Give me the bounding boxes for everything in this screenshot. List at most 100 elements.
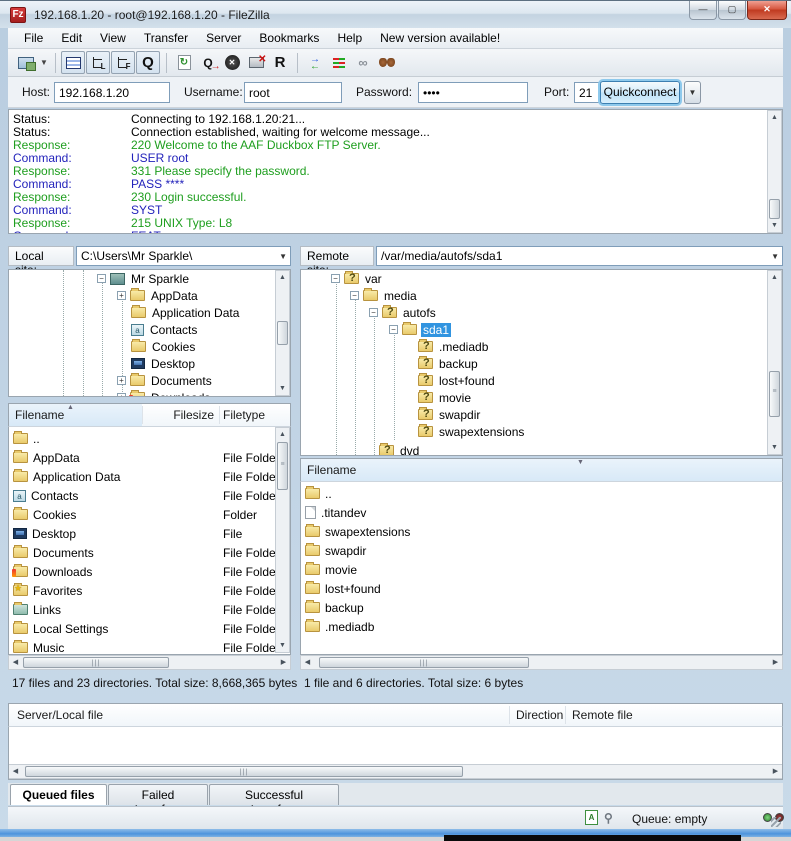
refresh-button[interactable]: ↻ bbox=[172, 51, 196, 74]
scroll-left-icon[interactable]: ◀ bbox=[9, 765, 22, 778]
maximize-button[interactable]: ▢ bbox=[718, 1, 746, 20]
collapse-icon[interactable]: − bbox=[331, 274, 340, 283]
column-filename[interactable]: Filename bbox=[15, 408, 64, 422]
menu-view[interactable]: View bbox=[92, 29, 134, 47]
scroll-up-icon[interactable]: ▲ bbox=[768, 111, 781, 124]
host-input[interactable] bbox=[54, 82, 170, 103]
tree-item-media[interactable]: − media bbox=[350, 287, 419, 304]
collapse-icon[interactable]: − bbox=[350, 291, 359, 300]
expand-icon[interactable]: + bbox=[117, 393, 126, 397]
collapse-icon[interactable]: − bbox=[369, 308, 378, 317]
tree-item-mediadb[interactable]: .mediadb bbox=[418, 338, 490, 355]
cancel-operation-button[interactable]: ✕ bbox=[220, 51, 244, 74]
scroll-right-icon[interactable]: ▶ bbox=[769, 656, 782, 669]
local-hscrollbar[interactable]: ◀ ▶ ||| bbox=[8, 655, 291, 670]
file-row[interactable]: Application DataFile Folder bbox=[9, 467, 290, 486]
close-button[interactable]: ✕ bbox=[747, 1, 787, 20]
file-row[interactable]: movie bbox=[301, 560, 782, 579]
collapse-icon[interactable]: − bbox=[97, 274, 106, 283]
transfer-queue-pane[interactable]: Server/Local file Direction Remote file … bbox=[8, 703, 783, 780]
title-bar[interactable]: Fz 192.168.1.20 - root@192.168.1.20 - Fi… bbox=[0, 0, 791, 28]
scroll-down-icon[interactable]: ▼ bbox=[768, 219, 781, 232]
toggle-message-log-button[interactable] bbox=[61, 51, 85, 74]
column-filesize[interactable]: Filesize bbox=[169, 408, 214, 422]
file-row[interactable]: AppDataFile Folder bbox=[9, 448, 290, 467]
tab-failed-transfers[interactable]: Failed transfers bbox=[108, 784, 208, 805]
scroll-down-icon[interactable]: ▼ bbox=[276, 382, 289, 395]
remote-tree-pane[interactable]: − var − media − autofs − sda1 .mediadb b… bbox=[300, 269, 783, 456]
log-scrollbar-thumb[interactable] bbox=[769, 199, 780, 219]
file-row[interactable]: .mediadb bbox=[301, 617, 782, 636]
file-row[interactable]: .titandev bbox=[301, 503, 782, 522]
queue-hscrollbar[interactable]: ◀ ▶ ||| bbox=[9, 764, 782, 779]
file-row[interactable]: DownloadsFile Folder bbox=[9, 562, 290, 581]
transfer-type-icon[interactable]: A bbox=[585, 810, 598, 825]
collapse-icon[interactable]: − bbox=[389, 325, 398, 334]
tree-item-backup[interactable]: backup bbox=[418, 355, 480, 372]
local-file-list[interactable]: .. AppDataFile Folder Application DataFi… bbox=[8, 427, 291, 655]
tab-queued-files[interactable]: Queued files bbox=[10, 784, 107, 805]
tab-successful-transfers[interactable]: Successful transfers bbox=[209, 784, 339, 805]
site-manager-dropdown-arrow-icon[interactable]: ▼ bbox=[38, 58, 50, 67]
quickconnect-button[interactable]: Quickconnect bbox=[600, 81, 680, 104]
menu-transfer[interactable]: Transfer bbox=[136, 29, 196, 47]
toggle-queue-button[interactable]: Q bbox=[136, 51, 160, 74]
remote-tree-scrollbar-thumb[interactable]: ≡ bbox=[769, 371, 780, 417]
column-divider[interactable] bbox=[565, 706, 566, 724]
menu-server[interactable]: Server bbox=[198, 29, 249, 47]
username-input[interactable] bbox=[244, 82, 342, 103]
password-input[interactable] bbox=[418, 82, 528, 103]
process-queue-button[interactable]: Q bbox=[196, 51, 220, 74]
file-row[interactable]: Local SettingsFile Folder bbox=[9, 619, 290, 638]
queue-hscrollbar-thumb[interactable]: ||| bbox=[25, 766, 463, 777]
message-log[interactable]: Status:Connecting to 192.168.1.20:21... … bbox=[8, 109, 783, 234]
file-row[interactable]: swapextensions bbox=[301, 522, 782, 541]
tree-item-dvd[interactable]: dvd bbox=[379, 442, 421, 456]
column-server-local-file[interactable]: Server/Local file bbox=[17, 708, 103, 722]
column-filename[interactable]: Filename bbox=[307, 463, 356, 477]
scroll-down-icon[interactable]: ▼ bbox=[768, 441, 781, 454]
tree-item-mr-sparkle[interactable]: − Mr Sparkle bbox=[97, 270, 191, 287]
file-row[interactable]: DocumentsFile Folder bbox=[9, 543, 290, 562]
tree-item-desktop[interactable]: Desktop bbox=[131, 355, 197, 372]
column-remote-file[interactable]: Remote file bbox=[572, 708, 633, 722]
menu-new-version[interactable]: New version available! bbox=[372, 29, 508, 47]
filter-button[interactable] bbox=[327, 51, 351, 74]
file-row[interactable]: MusicFile Folder bbox=[9, 638, 290, 655]
scroll-down-icon[interactable]: ▼ bbox=[276, 639, 289, 652]
find-files-button[interactable] bbox=[375, 51, 399, 74]
toggle-remote-tree-button[interactable]: F bbox=[111, 51, 135, 74]
local-hscrollbar-thumb[interactable]: ||| bbox=[23, 657, 169, 668]
file-row[interactable]: CookiesFolder bbox=[9, 505, 290, 524]
file-row[interactable]: LinksFile Folder bbox=[9, 600, 290, 619]
combo-dropdown-icon[interactable]: ▼ bbox=[771, 252, 779, 261]
file-row[interactable]: .. bbox=[9, 429, 290, 448]
disconnected-plug-icon[interactable]: ⚲ bbox=[604, 811, 613, 825]
menu-file[interactable]: File bbox=[16, 29, 51, 47]
menu-help[interactable]: Help bbox=[329, 29, 370, 47]
synchronized-browsing-button[interactable]: ∞ bbox=[351, 51, 375, 74]
local-tree-scrollbar-thumb[interactable] bbox=[277, 321, 288, 345]
scroll-left-icon[interactable]: ◀ bbox=[9, 656, 22, 669]
remote-file-list[interactable]: .. .titandev swapextensions swapdir movi… bbox=[300, 482, 783, 655]
directory-comparison-button[interactable]: →← bbox=[303, 51, 327, 74]
file-row[interactable]: FavoritesFile Folder bbox=[9, 581, 290, 600]
expand-icon[interactable]: + bbox=[117, 376, 126, 385]
toggle-local-tree-button[interactable]: L bbox=[86, 51, 110, 74]
remote-site-combo[interactable]: /var/media/autofs/sda1 ▼ bbox=[376, 246, 783, 266]
column-filetype[interactable]: Filetype bbox=[223, 408, 265, 422]
scroll-up-icon[interactable]: ▲ bbox=[276, 428, 289, 441]
resize-grip[interactable] bbox=[771, 817, 781, 827]
tree-item-downloads[interactable]: + Downloads bbox=[117, 389, 212, 397]
disconnect-button[interactable] bbox=[244, 51, 268, 74]
tree-item-var[interactable]: − var bbox=[331, 270, 384, 287]
file-row[interactable]: aContactsFile Folder bbox=[9, 486, 290, 505]
tree-item-swapdir[interactable]: swapdir bbox=[418, 406, 482, 423]
reconnect-button[interactable]: R bbox=[268, 51, 292, 74]
file-row[interactable]: .. bbox=[301, 484, 782, 503]
tree-item-autofs[interactable]: − autofs bbox=[369, 304, 438, 321]
quickconnect-dropdown-button[interactable]: ▼ bbox=[684, 81, 701, 104]
local-tree-scrollbar[interactable]: ▲ ▼ bbox=[275, 270, 290, 396]
tree-item-documents[interactable]: + Documents bbox=[117, 372, 214, 389]
minimize-button[interactable]: — bbox=[689, 1, 717, 20]
